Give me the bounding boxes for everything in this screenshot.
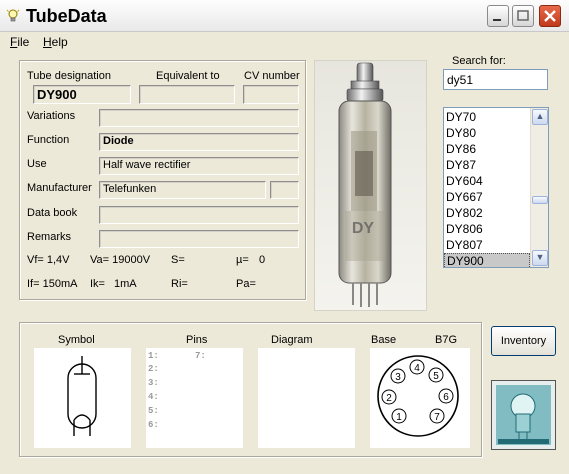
if-value: If= 150mA [27, 278, 78, 290]
list-item[interactable]: DY806 [444, 221, 530, 237]
mu-value: 0 [259, 254, 266, 266]
vf-value: Vf= 1,4V [27, 254, 70, 266]
function-label: Function [27, 134, 70, 146]
remarks-field[interactable] [99, 230, 299, 248]
base-pin-7: 7 [434, 412, 440, 423]
base-type-label: B7G [435, 334, 458, 346]
pin-7-label: 7: [195, 351, 206, 361]
s-value: S= [171, 254, 185, 266]
list-item[interactable]: DY807 [444, 237, 530, 253]
diagram-label: Diagram [271, 334, 313, 346]
cv-label: CV number [244, 70, 300, 82]
base-pin-2: 2 [386, 393, 392, 404]
databook-field[interactable] [99, 206, 299, 224]
pin-5-label: 5: [148, 406, 159, 416]
scroll-thumb[interactable] [532, 196, 548, 204]
databook-label: Data book [27, 207, 78, 219]
tube-list[interactable]: DY70 DY80 DY86 DY87 DY604 DY667 DY802 DY… [443, 107, 549, 268]
use-field[interactable]: Half wave rectifier [99, 157, 299, 175]
minimize-icon [493, 19, 501, 21]
list-item[interactable]: DY80 [444, 125, 530, 141]
pin-6-label: 6: [148, 420, 159, 430]
tube-symbol-box [34, 348, 131, 448]
base-pin-4: 4 [414, 363, 420, 374]
manufacturer-code-field[interactable] [270, 181, 299, 199]
inventory-button[interactable]: Inventory [491, 326, 556, 356]
base-pin-1: 1 [396, 412, 402, 423]
search-label: Search for: [452, 55, 506, 67]
search-input[interactable] [443, 69, 548, 90]
app-logo [491, 380, 556, 450]
list-item[interactable]: DY87 [444, 157, 530, 173]
pin-1-label: 1: [148, 351, 159, 361]
scroll-down-button[interactable]: ▼ [532, 250, 548, 266]
mu-label: µ= [236, 254, 249, 266]
diode-symbol-icon [67, 356, 97, 436]
menu-bar [0, 32, 569, 52]
cv-field[interactable] [243, 85, 299, 104]
scroll-up-button[interactable]: ▲ [532, 109, 548, 125]
ri-value: Ri= [171, 278, 188, 290]
menu-help[interactable]: Help [43, 35, 68, 49]
va-value: Va= 19000V [90, 254, 151, 266]
pins-label: Pins [186, 334, 208, 346]
list-item[interactable]: DY802 [444, 205, 530, 221]
tube-photo: DY [314, 60, 427, 311]
list-item[interactable]: DY70 [444, 109, 530, 125]
use-label: Use [27, 158, 47, 170]
chevron-up-icon: ▲ [535, 111, 545, 121]
symbol-label: Symbol [58, 334, 95, 346]
window-title: TubeData [26, 6, 107, 26]
remarks-label: Remarks [27, 231, 72, 243]
lightbulb-icon [6, 9, 20, 22]
base-pin-3: 3 [395, 372, 401, 383]
chevron-down-icon: ▼ [535, 252, 545, 262]
list-item-selected[interactable]: DY900 [444, 253, 530, 267]
base-pinout-icon: 1 2 3 4 5 6 7 [377, 355, 459, 437]
pa-value: Pa= [236, 278, 256, 290]
variations-field[interactable] [99, 109, 299, 127]
maximize-button[interactable] [512, 5, 534, 27]
equivalent-field[interactable] [139, 85, 235, 104]
list-scrollbar[interactable]: ▲ ▼ [530, 108, 548, 267]
tube-image: DY [338, 62, 392, 307]
ik-label: Ik= [90, 278, 105, 290]
svg-text:DY: DY [352, 220, 375, 237]
variations-label: Variations [27, 110, 76, 122]
function-field[interactable]: Diode [99, 133, 299, 151]
pin-3-label: 3: [148, 378, 159, 388]
menu-file[interactable]: File [10, 35, 29, 49]
equivalent-label: Equivalent to [156, 70, 220, 82]
list-item[interactable]: DY604 [444, 173, 530, 189]
base-box: 1 2 3 4 5 6 7 [370, 348, 470, 448]
diagram-box [258, 348, 355, 448]
maximize-icon [517, 10, 529, 21]
pin-4-label: 4: [148, 392, 159, 402]
designation-label: Tube designation [27, 70, 111, 82]
designation-field[interactable]: DY900 [33, 85, 131, 104]
pins-box: 1: 2: 3: 4: 5: 6: 7: [146, 348, 243, 448]
pin-2-label: 2: [148, 364, 159, 374]
base-pin-6: 6 [443, 392, 449, 403]
manufacturer-field[interactable]: Telefunken [99, 181, 266, 199]
base-pin-5: 5 [433, 371, 439, 382]
base-label: Base [371, 334, 397, 346]
manufacturer-label: Manufacturer [27, 182, 92, 194]
list-item[interactable]: DY86 [444, 141, 530, 157]
tube-logo-icon [492, 381, 555, 449]
ik-value: 1mA [114, 278, 137, 290]
close-icon [544, 10, 556, 22]
list-item[interactable]: DY667 [444, 189, 530, 205]
close-button[interactable] [539, 5, 561, 27]
minimize-button[interactable] [487, 5, 509, 27]
